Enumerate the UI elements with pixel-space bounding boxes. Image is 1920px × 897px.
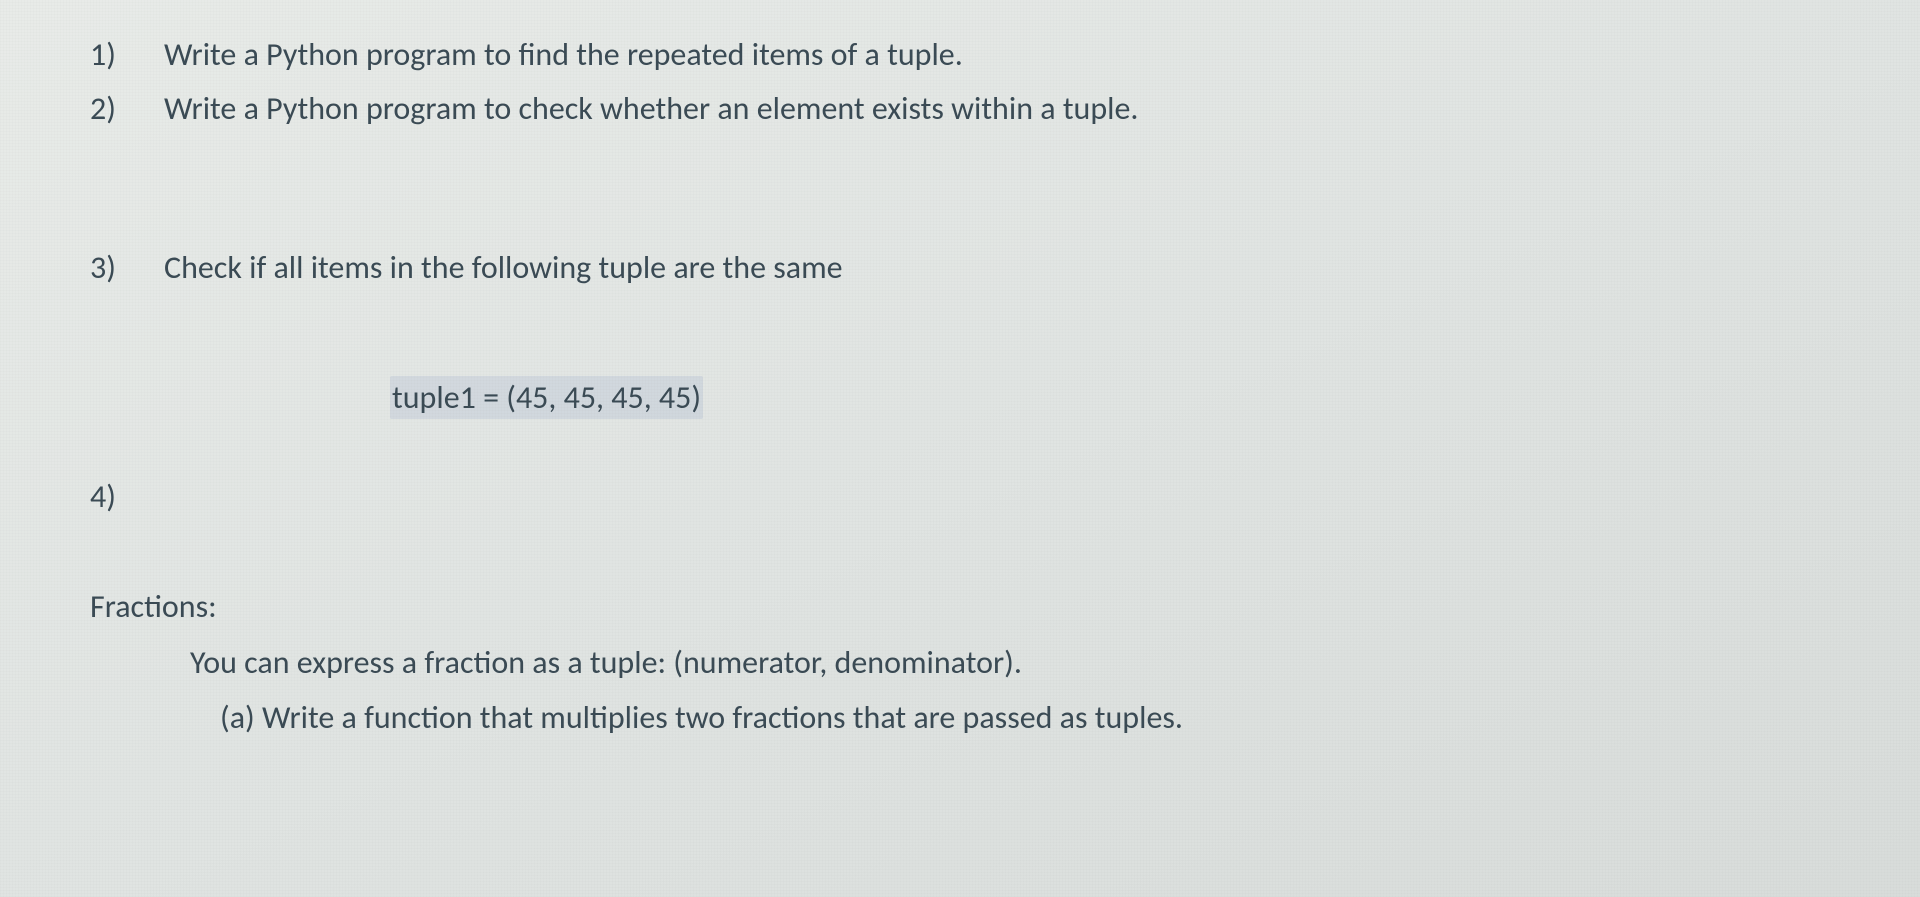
question-2: 2) Write a Python program to check wheth…	[60, 84, 1860, 134]
marker-2: 2)	[60, 84, 164, 134]
question-4: 4)	[60, 472, 1860, 522]
question-1-text: Write a Python program to find the repea…	[164, 30, 963, 80]
fractions-line-2: (a) Write a function that multiplies two…	[220, 693, 1860, 743]
question-1: 1) Write a Python program to find the re…	[60, 30, 1860, 80]
code-text: tuple1 = (45, 45, 45, 45)	[390, 376, 703, 419]
document-page: 1) Write a Python program to find the re…	[0, 0, 1920, 783]
fractions-heading: Fractions:	[90, 582, 1860, 632]
question-2-text: Write a Python program to check whether …	[164, 84, 1139, 134]
marker-1: 1)	[60, 30, 164, 80]
question-3: 3) Check if all items in the following t…	[60, 243, 1860, 293]
marker-3: 3)	[60, 243, 164, 293]
code-sample: tuple1 = (45, 45, 45, 45)	[390, 373, 1860, 423]
fractions-line-1: You can express a fraction as a tuple: (…	[190, 638, 1860, 688]
question-3-text: Check if all items in the following tupl…	[164, 243, 843, 293]
marker-4: 4)	[60, 472, 164, 522]
